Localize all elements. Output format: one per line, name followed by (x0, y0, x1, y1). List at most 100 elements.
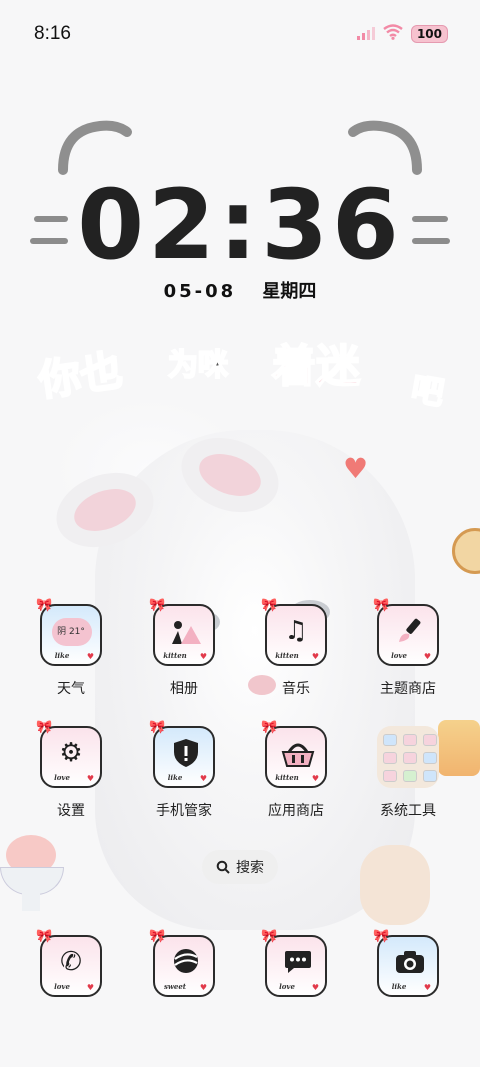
brand-text: kitten (163, 651, 187, 660)
heart-icon: ♥ (86, 652, 94, 661)
folder-app-thumb (423, 770, 437, 782)
slogan-part-3: 着迷 (271, 340, 361, 393)
app-label-music: 音乐 (282, 681, 310, 697)
app-label-gallery: 相册 (170, 681, 198, 697)
heart-icon: ♥ (311, 983, 319, 992)
browser-icon: 🎀 sweet ♥ (149, 929, 215, 997)
signal-icon (356, 25, 375, 44)
folder-icon (377, 726, 439, 788)
dock-browser[interactable]: 🎀 sweet ♥ (141, 929, 227, 997)
theme-store-icon: 🎀 love ♥ (373, 598, 439, 666)
folder-app-thumb (383, 770, 397, 782)
bow-icon: 🎀 (149, 720, 166, 735)
paw-hand-decoration (360, 845, 430, 925)
gallery-glyph (172, 621, 201, 644)
search-icon (216, 860, 230, 874)
bow-icon: 🎀 (149, 929, 166, 944)
weather-icon: 🎀 阴 21° like ♥ (36, 598, 102, 666)
camera-glyph (396, 951, 424, 973)
app-label-app-store: 应用商店 (268, 803, 324, 819)
chat-bubble-icon (285, 951, 311, 973)
folder-app-thumb (403, 734, 417, 746)
app-theme-store[interactable]: 🎀 love ♥ 主题商店 (365, 598, 451, 698)
dock-phone[interactable]: 🎀 ✆ love ♥ (28, 929, 114, 997)
music-icon: 🎀 ♫ kitten ♥ (261, 598, 327, 666)
gear-icon: ⚙ (59, 738, 83, 768)
bow-icon: 🎀 (149, 598, 166, 613)
app-label-theme-store: 主题商店 (380, 681, 436, 697)
brand-text: kitten (275, 773, 299, 782)
clock-date[interactable]: 05-08 星期四 (0, 277, 480, 303)
search-button[interactable]: 搜索 (202, 850, 278, 884)
app-settings[interactable]: 🎀 ⚙ love ♥ 设置 (28, 720, 114, 820)
app-label-system-tools: 系统工具 (380, 803, 436, 819)
slogan-part-1: 你也 (34, 344, 126, 406)
weather-tile-text: 阴 21° (57, 627, 85, 637)
wifi-icon (383, 24, 403, 44)
bow-icon: 🎀 (373, 598, 390, 613)
folder-app-thumb (383, 752, 397, 764)
music-glyph: ♫ (284, 616, 308, 646)
heart-icon: ♥ (311, 652, 319, 661)
folder-app-thumb (423, 734, 437, 746)
status-icons: 100 (356, 24, 448, 44)
heart-icon: ♥ (86, 774, 94, 783)
app-system-tools-folder[interactable]: 系统工具 (365, 726, 451, 820)
battery-indicator: 100 (410, 25, 448, 43)
brand-text: love (54, 773, 70, 782)
brand-text: like (167, 773, 183, 782)
heart-icon: ♥ (423, 652, 431, 661)
brand-text: like (54, 651, 70, 660)
phone-glyph: ✆ (60, 947, 82, 977)
bow-icon: 🎀 (261, 598, 278, 613)
app-gallery[interactable]: 🎀 kitten ♥ 相册 (141, 598, 227, 698)
app-phone-manager[interactable]: 🎀 like ♥ 手机管家 (141, 720, 227, 820)
heart-icon: ♥ (199, 774, 207, 783)
basket-icon (281, 743, 315, 767)
slogan: 你也 为咪 着迷 吧 (0, 330, 480, 420)
settings-icon: 🎀 ⚙ love ♥ (36, 720, 102, 788)
heart-icon: ♥ (199, 652, 207, 661)
brush-glyph (399, 618, 421, 642)
folder-app-thumb (383, 734, 397, 746)
slogan-part-2: 为咪 (167, 347, 229, 384)
clock-time[interactable]: 02:36 (0, 175, 480, 275)
gallery-icon: 🎀 kitten ♥ (149, 598, 215, 666)
camera-icon: 🎀 like ♥ (373, 929, 439, 997)
dock-messages[interactable]: 🎀 love ♥ (253, 929, 339, 997)
status-bar: 8:16 100 (0, 0, 480, 60)
brand-text: like (391, 982, 407, 991)
slogan-part-4: 吧 (408, 368, 448, 413)
brand-text: love (279, 982, 295, 991)
date-text: 05-08 (163, 281, 237, 302)
bow-icon: 🎀 (261, 929, 278, 944)
dock-camera[interactable]: 🎀 like ♥ (365, 929, 451, 997)
bow-icon: 🎀 (36, 598, 53, 613)
search-label: 搜索 (236, 860, 264, 876)
folder-app-thumb (423, 752, 437, 764)
app-label-phone-manager: 手机管家 (156, 803, 212, 819)
app-app-store[interactable]: 🎀 kitten ♥ 应用商店 (253, 720, 339, 820)
folder-app-thumb (403, 770, 417, 782)
bow-icon: 🎀 (261, 720, 278, 735)
globe-icon (174, 949, 198, 973)
folder-app-thumb (403, 752, 417, 764)
heart-icon: ♥ (423, 983, 431, 992)
app-weather[interactable]: 🎀 阴 21° like ♥ 天气 (28, 598, 114, 698)
bow-icon: 🎀 (36, 929, 53, 944)
heart-decoration: ♥ (343, 452, 369, 485)
phone-icon: 🎀 ✆ love ♥ (36, 929, 102, 997)
app-label-weather: 天气 (57, 681, 85, 697)
heart-icon: ♥ (199, 983, 207, 992)
brand-text: love (391, 651, 407, 660)
bow-icon: 🎀 (36, 720, 53, 735)
status-time: 8:16 (34, 23, 71, 44)
messages-icon: 🎀 love ♥ (261, 929, 327, 997)
brand-text: sweet (163, 982, 187, 991)
weekday-text: 星期四 (262, 281, 317, 302)
heart-icon: ♥ (311, 774, 319, 783)
app-music[interactable]: 🎀 ♫ kitten ♥ 音乐 (253, 598, 339, 698)
app-store-icon: 🎀 kitten ♥ (261, 720, 327, 788)
brand-text: kitten (275, 651, 299, 660)
app-label-settings: 设置 (57, 803, 85, 819)
